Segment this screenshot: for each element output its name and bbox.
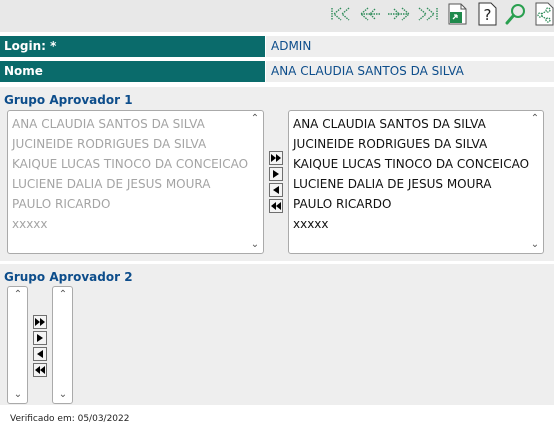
scroll-down-icon[interactable]: ⌄	[249, 239, 261, 251]
list-item[interactable]: PAULO RICARDO	[12, 194, 259, 214]
grupo-aprovador-2-section: Grupo Aprovador 2 ⌃ ⌄ ⌃ ⌄	[0, 264, 554, 405]
nome-row: Nome ANA CLAUDIA SANTOS DA SILVA	[0, 61, 554, 82]
move-all-right-button[interactable]	[269, 151, 283, 165]
login-row: Login: * ADMIN	[0, 36, 554, 57]
share-icon[interactable]	[534, 2, 554, 26]
svg-text:?: ?	[484, 6, 492, 24]
nome-label: Nome	[0, 61, 265, 82]
scroll-down-icon[interactable]: ⌄	[57, 389, 69, 401]
verified-date: Verificado em: 05/03/2022	[10, 414, 130, 424]
move-right-button[interactable]	[33, 331, 47, 345]
help-icon[interactable]: ?	[476, 2, 498, 26]
list-item[interactable]: LUCIENE DALIA DE JESUS MOURA	[12, 174, 259, 194]
scroll-up-icon[interactable]: ⌃	[529, 113, 541, 125]
list-item[interactable]: xxxxx	[12, 214, 259, 234]
move-left-button[interactable]	[269, 183, 283, 197]
scroll-up-icon[interactable]: ⌃	[249, 113, 261, 125]
list-item[interactable]: JUCINEIDE RODRIGUES DA SILVA	[12, 134, 259, 154]
move-all-left-button[interactable]	[269, 199, 283, 213]
last-record-icon[interactable]	[416, 3, 440, 25]
list-item[interactable]: ANA CLAUDIA SANTOS DA SILVA	[293, 114, 539, 134]
list-item[interactable]: KAIQUE LUCAS TINOCO DA CONCEICAO	[293, 154, 539, 174]
scroll-down-icon[interactable]: ⌄	[12, 389, 24, 401]
login-value[interactable]: ADMIN	[266, 36, 554, 57]
scroll-up-icon[interactable]: ⌃	[57, 289, 69, 301]
scroll-down-icon[interactable]: ⌄	[529, 239, 541, 251]
move-left-button[interactable]	[33, 347, 47, 361]
grupo-aprovador-2-title: Grupo Aprovador 2	[4, 270, 133, 284]
list-item[interactable]: LUCIENE DALIA DE JESUS MOURA	[293, 174, 539, 194]
list-item[interactable]: JUCINEIDE RODRIGUES DA SILVA	[293, 134, 539, 154]
toolbar: ?	[0, 0, 554, 32]
first-record-icon[interactable]	[330, 3, 352, 25]
grupo-aprovador-1-title: Grupo Aprovador 1	[4, 93, 133, 107]
move-all-right-button[interactable]	[33, 315, 47, 329]
grupo2-available-list[interactable]: ⌃ ⌄	[7, 286, 28, 404]
scroll-up-icon[interactable]: ⌃	[12, 289, 24, 301]
previous-record-icon[interactable]	[358, 3, 382, 25]
nome-value[interactable]: ANA CLAUDIA SANTOS DA SILVA	[266, 61, 554, 82]
list-item[interactable]: KAIQUE LUCAS TINOCO DA CONCEICAO	[12, 154, 259, 174]
grupo1-available-list[interactable]: ANA CLAUDIA SANTOS DA SILVA JUCINEIDE ROD…	[7, 110, 264, 254]
grupo1-selected-list[interactable]: ANA CLAUDIA SANTOS DA SILVA JUCINEIDE ROD…	[288, 110, 544, 254]
grupo2-selected-list[interactable]: ⌃ ⌄	[52, 286, 73, 404]
list-item[interactable]: PAULO RICARDO	[293, 194, 539, 214]
search-icon[interactable]	[504, 2, 528, 26]
list-item[interactable]: xxxxx	[293, 214, 539, 234]
export-document-icon[interactable]	[446, 2, 470, 26]
move-all-left-button[interactable]	[33, 363, 47, 377]
move-right-button[interactable]	[269, 167, 283, 181]
grupo-aprovador-1-section: Grupo Aprovador 1 ANA CLAUDIA SANTOS DA …	[0, 87, 554, 261]
next-record-icon[interactable]	[386, 3, 412, 25]
login-label: Login: *	[0, 36, 265, 57]
list-item[interactable]: ANA CLAUDIA SANTOS DA SILVA	[12, 114, 259, 134]
